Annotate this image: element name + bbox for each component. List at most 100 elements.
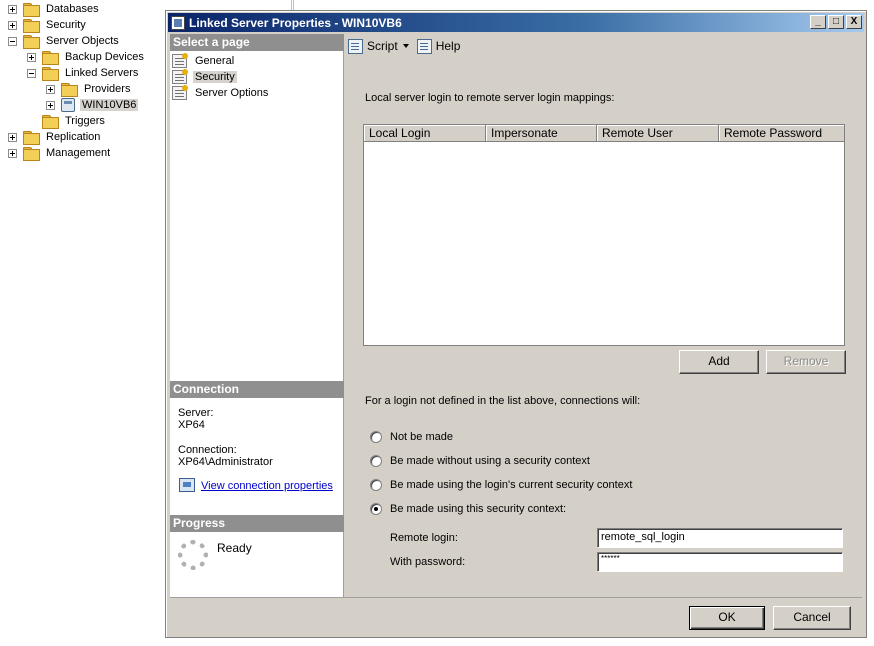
tree-label: Backup Devices [65, 51, 144, 63]
folder-icon [61, 83, 78, 97]
page-security[interactable]: Security [172, 69, 237, 85]
script-button[interactable]: Script [348, 38, 409, 54]
tree-label: Providers [84, 83, 131, 95]
collapse-icon[interactable] [27, 68, 36, 78]
help-label: Help [435, 39, 461, 53]
select-page-header: Select a page [170, 34, 344, 51]
folder-icon [42, 51, 59, 65]
option-this-security-context[interactable]: Be made using this security context: [370, 503, 566, 515]
dialog-title: Linked Server Properties - WIN10VB6 [189, 15, 402, 30]
page-general[interactable]: General [172, 53, 236, 69]
minimize-button[interactable]: _ [810, 15, 826, 29]
option-not-be-made[interactable]: Not be made [370, 431, 453, 443]
page-selector-pane: Select a page General Security Server Op… [170, 34, 344, 597]
dialog-button-bar: OK Cancel [170, 597, 862, 633]
login-mappings-grid[interactable]: Local Login Impersonate Remote User Remo… [363, 124, 845, 346]
tree-label: Server Objects [46, 35, 119, 47]
ok-button[interactable]: OK [689, 606, 765, 630]
tree-node-linked-servers[interactable]: Linked Servers [27, 65, 140, 81]
tree-label: Databases [46, 3, 99, 15]
radio-button[interactable] [370, 431, 382, 443]
remove-button[interactable]: Remove [766, 350, 846, 374]
column-header-remote-password[interactable]: Remote Password [719, 125, 844, 142]
connection-properties-icon [179, 478, 195, 492]
expand-icon[interactable] [27, 52, 36, 62]
option-without-security-context[interactable]: Be made without using a security context [370, 455, 590, 467]
password-label: With password: [390, 556, 466, 568]
collapse-icon[interactable] [8, 36, 17, 46]
tree-node-win10vb6[interactable]: WIN10VB6 [46, 97, 139, 113]
page-label: Server Options [195, 87, 269, 99]
help-icon [416, 38, 432, 54]
page-label: General [195, 55, 235, 67]
close-button[interactable]: X [846, 15, 862, 29]
option-current-security-context[interactable]: Be made using the login's current securi… [370, 479, 632, 491]
folder-icon [42, 115, 59, 129]
tree-label: Management [46, 147, 111, 159]
tree-node-providers[interactable]: Providers [46, 81, 132, 97]
password-input[interactable]: ****** [597, 552, 843, 572]
security-page-content: Local server login to remote server logi… [345, 62, 858, 597]
column-header-remote-user[interactable]: Remote User [597, 125, 719, 142]
folder-icon [23, 131, 40, 145]
mappings-label: Local server login to remote server logi… [365, 92, 615, 104]
option-label: Be made using the login's current securi… [390, 479, 633, 491]
tree-label: Replication [46, 131, 101, 143]
tree-node-backup-devices[interactable]: Backup Devices [27, 49, 146, 65]
folder-icon [23, 147, 40, 161]
cancel-button[interactable]: Cancel [773, 606, 851, 630]
dialog-titlebar[interactable]: Linked Server Properties - WIN10VB6 _ □ … [168, 13, 864, 32]
expand-icon[interactable] [46, 84, 55, 94]
connection-header: Connection [170, 381, 344, 398]
radio-button[interactable] [370, 479, 382, 491]
tree-node-replication[interactable]: Replication [8, 129, 102, 145]
window-icon [171, 15, 185, 30]
column-header-impersonate[interactable]: Impersonate [486, 125, 597, 142]
page-server-options[interactable]: Server Options [172, 85, 270, 101]
tree-node-databases[interactable]: Databases [8, 1, 101, 17]
remote-login-label: Remote login: [390, 532, 458, 544]
expand-icon[interactable] [8, 132, 17, 142]
option-label: Not be made [390, 431, 453, 443]
page-icon [172, 53, 188, 68]
option-label: Be made without using a security context [390, 455, 590, 467]
column-header-local-login[interactable]: Local Login [364, 125, 486, 142]
server-value: XP64 [178, 419, 205, 431]
object-explorer-tree: Databases Security Server Objects Backup… [0, 0, 166, 646]
option-label: Be made using this security context: [390, 503, 567, 515]
dropdown-arrow-icon[interactable] [402, 44, 409, 48]
folder-icon [23, 19, 40, 33]
maximize-button[interactable]: □ [828, 15, 844, 29]
tree-node-triggers[interactable]: Triggers [42, 113, 107, 129]
page-label: Security [193, 71, 237, 83]
tree-label: Triggers [65, 115, 105, 127]
radio-button-selected[interactable] [370, 503, 382, 515]
expand-icon[interactable] [8, 20, 17, 30]
tree-label: Linked Servers [65, 67, 139, 79]
expand-icon[interactable] [8, 4, 17, 14]
connection-label: Connection: [178, 444, 237, 456]
radio-button[interactable] [370, 455, 382, 467]
progress-spinner-icon [178, 540, 208, 570]
add-button[interactable]: Add [679, 350, 759, 374]
help-button[interactable]: Help [416, 38, 461, 54]
tree-label: Security [46, 19, 86, 31]
progress-header: Progress [170, 515, 344, 532]
pane-splitter[interactable] [291, 0, 294, 10]
folder-icon [23, 3, 40, 17]
expand-icon[interactable] [8, 148, 17, 158]
progress-status: Ready [217, 541, 252, 555]
remote-login-input[interactable]: remote_sql_login [597, 528, 843, 548]
tree-node-server-objects[interactable]: Server Objects [8, 33, 121, 49]
not-defined-label: For a login not defined in the list abov… [365, 395, 641, 407]
expand-icon[interactable] [46, 100, 55, 110]
tree-node-management[interactable]: Management [8, 145, 112, 161]
tree-node-security[interactable]: Security [8, 17, 88, 33]
page-icon [172, 85, 188, 100]
folder-icon [23, 35, 40, 49]
script-icon [348, 38, 363, 54]
script-label: Script [367, 39, 398, 53]
server-label: Server: [178, 407, 214, 419]
tree-label: WIN10VB6 [80, 99, 139, 111]
view-connection-properties-link[interactable]: View connection properties [201, 480, 333, 492]
